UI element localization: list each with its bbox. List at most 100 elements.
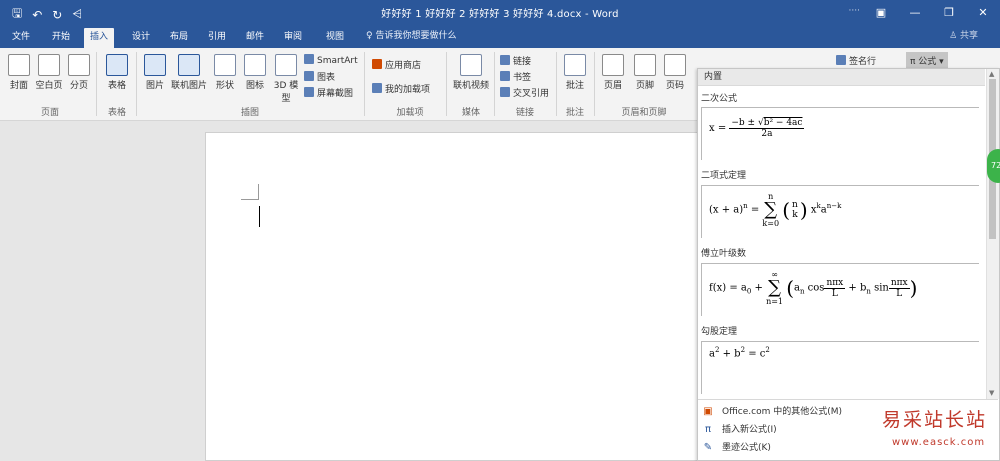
screenshot-button[interactable]: 屏幕截图 [304,86,353,99]
cover-page-icon [8,54,30,76]
cube-icon [275,54,297,76]
icons-button[interactable]: 图标 [242,54,268,91]
tell-me-search[interactable]: ♀ 告诉我你想要做什么 [366,28,456,41]
store-button[interactable]: 应用商店 [372,58,421,71]
online-picture-button[interactable]: 联机图片 [170,54,208,91]
footer-button[interactable]: 页脚 [632,54,658,91]
equation-item[interactable]: (x + a)n = n ∑ k=0 (n k) xkan−k [701,185,979,238]
equation-title: 勾股定理 [701,327,738,337]
table-icon [106,54,128,76]
equation-item[interactable]: f(x) = a0 + ∞ ∑ n=1 (an cos nπx L + bn sin nπ… [701,263,979,316]
chart-icon [304,71,314,81]
group-label-media: 媒体 [461,108,480,118]
blank-page-icon [38,54,60,76]
maximize-icon[interactable]: ❐ [932,0,966,24]
signature-line-button[interactable]: 签名行 [836,54,876,67]
ribbon-display-icon[interactable]: ▣ [864,0,898,24]
cross-reference-button[interactable]: 交叉引用 [500,86,549,99]
link-icon [500,55,510,65]
close-icon[interactable]: ✕ [966,0,1000,24]
insert-new-equation-item[interactable]: π 插入新公式(I) [702,422,777,435]
side-float-bubble[interactable]: 72 [987,149,1000,183]
store-icon [372,59,382,69]
equation-title: 二项式定理 [701,171,747,181]
tab-design[interactable]: 设计 [126,28,156,48]
margin-crop-mark [241,199,259,200]
gallery-scrollbar[interactable]: ▲ ▼ [986,69,999,399]
equation-formula: a2 + b2 = c2 [709,346,770,360]
scroll-up-icon[interactable]: ▲ [989,70,994,78]
header-button[interactable]: 页眉 [600,54,626,91]
group-label-links: 链接 [515,108,534,118]
tab-review[interactable]: 审阅 [278,28,308,48]
video-icon [460,54,482,76]
tab-mailings[interactable]: 邮件 [240,28,270,48]
minimize-icon[interactable]: — [898,0,932,24]
text-cursor [259,206,260,227]
page-break-icon [68,54,90,76]
blank-page-button[interactable]: 空白页 [34,54,64,91]
online-picture-icon [178,54,200,76]
smartart-icon [304,54,314,64]
ribbon-tabs: 文件 开始 插入 设计 布局 引用 邮件 审阅 视图 [0,24,1000,48]
equation-item[interactable]: a2 + b2 = c2 [701,341,979,394]
online-video-button[interactable]: 联机视频 [452,54,490,91]
smartart-button[interactable]: SmartArt [304,54,358,66]
equation-title: 傅立叶级数 [701,249,747,259]
share-button[interactable]: ♙ 共享 [949,28,978,41]
signature-icon [836,55,846,65]
equation-item[interactable]: x = −b ± √b² − 4ac 2a [701,107,979,160]
ink-icon: ✎ [703,442,713,453]
page-break-button[interactable]: 分页 [66,54,92,91]
equation-button[interactable]: π 公式 ▾ [906,52,948,69]
chart-button[interactable]: 图表 [304,70,335,83]
comment-button[interactable]: 批注 [562,54,588,91]
watermark-url: www.easck.com [892,437,986,448]
comment-icon [564,54,586,76]
user-name[interactable]: ···· [849,6,860,16]
ribbon-divider [364,52,365,116]
equation-title: 二次公式 [701,94,738,104]
tab-insert[interactable]: 插入 [84,28,115,48]
watermark-cn: 易采站长站 [882,409,988,431]
shapes-button[interactable]: 形状 [212,54,238,91]
equation-formula: (x + a)n = n ∑ k=0 (n k) xkan−k [709,192,842,228]
ribbon-divider [494,52,495,116]
tab-file[interactable]: 文件 [6,28,36,48]
page-number-button[interactable]: 页码 [662,54,688,91]
group-label-header-footer: 页眉和页脚 [621,108,667,118]
cover-page-button[interactable]: 封面 [6,54,32,91]
group-label-pages: 页面 [40,108,59,118]
picture-button[interactable]: 图片 [142,54,168,91]
link-button[interactable]: 链接 [500,54,531,67]
tab-view[interactable]: 视图 [320,28,350,48]
window-controls: ▣ — ❐ ✕ [864,0,1000,24]
more-equations-office-item[interactable]: ▣ Office.com 中的其他公式(M) [702,404,842,417]
office-icon: ▣ [703,406,713,417]
3d-model-button[interactable]: 3D 模型 [272,54,300,104]
equation-formula: x = −b ± √b² − 4ac 2a [709,118,805,139]
tab-home[interactable]: 开始 [46,28,76,48]
table-button[interactable]: 表格 [104,54,130,91]
my-addins-button[interactable]: 我的加载项 [372,82,430,95]
document-page[interactable] [205,132,707,461]
gallery-header: 内置 [698,69,985,86]
icons-icon [244,54,266,76]
margin-crop-mark [258,184,259,200]
watermark: 易采站长站 www.easck.com [868,397,1000,459]
group-label-tables: 表格 [107,108,126,118]
bookmark-button[interactable]: 书签 [500,70,531,83]
scroll-down-icon[interactable]: ▼ [989,389,994,397]
ribbon-divider [446,52,447,116]
header-icon [602,54,624,76]
ink-equation-item[interactable]: ✎ 墨迹公式(K) [702,440,771,453]
tab-references[interactable]: 引用 [202,28,232,48]
shapes-icon [214,54,236,76]
ribbon-divider [96,52,97,116]
group-label-comments: 批注 [565,108,584,118]
page-number-icon [664,54,686,76]
ribbon-divider [556,52,557,116]
tab-layout[interactable]: 布局 [164,28,194,48]
cross-reference-icon [500,87,510,97]
bookmark-icon [500,71,510,81]
